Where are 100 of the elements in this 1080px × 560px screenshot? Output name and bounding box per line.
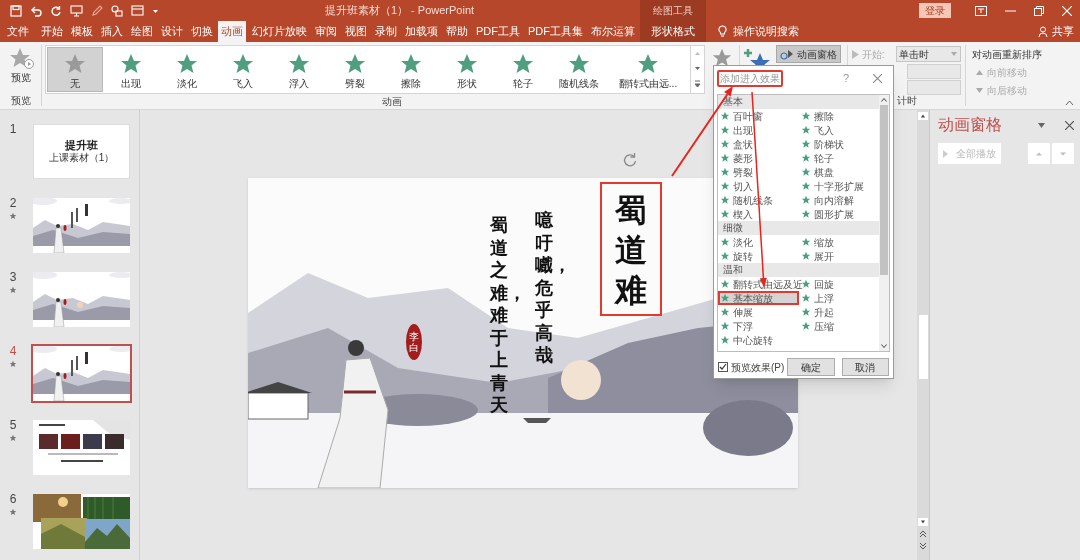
ribbon-tab[interactable]: 绘图 [128,21,157,42]
animation-pane-button[interactable]: 动画窗格 [776,45,841,63]
close-icon[interactable] [873,74,882,83]
slide-number: 4 [9,344,17,358]
animation-effect[interactable]: 翻转式由远... [607,47,689,92]
effect-item[interactable]: 劈裂 [718,165,799,179]
share-button[interactable]: 共享 [1038,21,1074,42]
ribbon-tab[interactable]: PDF工具 [472,21,523,42]
effect-item[interactable]: 棋盘 [798,165,879,179]
animation-effect[interactable]: 随机线条 [551,47,607,92]
lightbulb-icon[interactable] [718,25,727,38]
effect-item[interactable]: 上浮 [798,291,879,305]
effect-item[interactable]: 出现 [718,123,799,137]
save-icon[interactable] [10,4,22,17]
ribbon-display-icon[interactable] [975,5,987,16]
animation-effect[interactable]: 淡化 [159,47,215,92]
ribbon-tab[interactable]: 视图 [341,21,370,42]
effect-item[interactable]: 圆形扩展 [798,207,879,221]
effect-item[interactable]: 伸展 [718,305,799,319]
ribbon-tab[interactable]: 文件 [4,21,32,42]
star-icon [800,153,811,163]
caret-icon[interactable] [152,7,159,14]
shapes-icon[interactable] [111,4,123,17]
ribbon-tab[interactable]: 录制 [371,21,400,42]
star-icon [720,111,730,121]
effect-item[interactable]: 淡化 [718,235,799,249]
presentation-icon[interactable] [70,4,83,17]
login-button[interactable]: 登录 [919,3,951,18]
ribbon-tab[interactable]: 形状格式 [640,21,706,42]
ribbon-tab[interactable]: 切换 [188,21,217,42]
scroll-down-icon[interactable] [879,341,889,351]
effect-item[interactable]: 菱形 [718,151,799,165]
effect-item[interactable]: 下浮 [718,319,799,333]
animation-effect[interactable]: 形状 [439,47,495,92]
play-icon [852,49,859,59]
ribbon-tab[interactable]: 设计 [158,21,187,42]
effect-item[interactable]: 擦除 [798,109,879,123]
effect-item[interactable]: 缩放 [798,235,879,249]
scrollbar[interactable] [917,110,930,560]
animation-effect[interactable]: 出现 [103,47,159,92]
collapse-icon[interactable] [1065,100,1074,106]
animation-effect[interactable]: 浮入 [271,47,327,92]
previous-slide-icon[interactable] [919,530,927,538]
selected-text-box[interactable]: 蜀道难 [599,182,662,316]
tell-me-search[interactable]: 操作说明搜索 [733,23,799,40]
effect-item[interactable]: 切入 [718,179,799,193]
repeat-icon[interactable] [50,4,62,17]
cancel-button[interactable]: 取消 [841,358,889,376]
ribbon-tab[interactable]: 加载项 [401,21,441,42]
duration-field[interactable] [907,64,961,79]
animation-effect[interactable]: 飞入 [215,47,271,92]
effect-item[interactable]: 盒状 [718,137,799,151]
slide-thumbnail[interactable]: 提升班 上课素材（1） [31,122,132,181]
star-icon [720,209,730,219]
next-slide-icon[interactable] [919,542,927,550]
ribbon-tab[interactable]: 布尔运算 [588,21,638,42]
context-label: 绘图工具 [653,4,693,18]
ribbon-tab[interactable]: 开始 [38,21,67,42]
effect-item[interactable]: 楔入 [718,207,799,221]
animation-effect[interactable]: 无 [47,47,103,92]
effect-item[interactable]: 阶梯状 [798,137,879,151]
scrollbar[interactable] [879,95,889,351]
animation-effect[interactable]: 擦除 [383,47,439,92]
close-icon[interactable] [1065,120,1074,130]
rotate-icon[interactable] [621,152,638,168]
ribbon-tab[interactable]: 插入 [98,21,127,42]
ribbon-tab[interactable]: 模板 [68,21,97,42]
dropdown-icon[interactable] [1038,122,1045,128]
animation-effect[interactable]: 劈裂 [327,47,383,92]
ribbon-tab[interactable]: 审阅 [311,21,340,42]
star-icon [720,153,730,163]
effect-item[interactable]: 展开 [798,249,879,263]
effect-item[interactable]: 中心旋转 [718,333,799,347]
ok-button[interactable]: 确定 [787,358,835,376]
checkbox[interactable] [718,362,728,372]
group-label: 动画 [382,96,402,108]
effect-item[interactable]: 十字形扩展 [798,179,879,193]
ribbon-tab[interactable]: PDF工具集 [524,21,586,42]
start-dropdown[interactable]: 单击时 [896,46,961,62]
window-icon[interactable] [131,5,144,16]
scroll-down-icon[interactable] [918,518,928,526]
effect-item[interactable]: 升起 [798,305,879,319]
ribbon-tab[interactable]: 动画 [218,21,247,42]
animation-effect[interactable]: 轮子 [495,47,551,92]
effect-item[interactable]: 压缩 [798,319,879,333]
effect-item[interactable]: 基本缩放 [718,291,799,305]
effect-item[interactable]: 向内溶解 [798,193,879,207]
star-icon [720,139,730,149]
scroll-up-icon[interactable] [918,112,928,120]
scroll-thumb[interactable] [880,105,888,275]
ribbon-tab[interactable]: 幻灯片放映 [248,21,310,42]
effect-item[interactable]: 轮子 [798,151,879,165]
delay-field[interactable] [907,80,961,95]
effect-item[interactable]: 飞入 [798,123,879,137]
effect-item[interactable]: 旋转 [718,249,799,263]
scroll-thumb[interactable] [918,315,928,379]
ribbon-tab[interactable]: 帮助 [442,21,471,42]
undo-icon[interactable] [30,4,42,17]
restore-icon[interactable] [1034,5,1044,16]
preview-button[interactable]: 预览 [0,45,41,96]
